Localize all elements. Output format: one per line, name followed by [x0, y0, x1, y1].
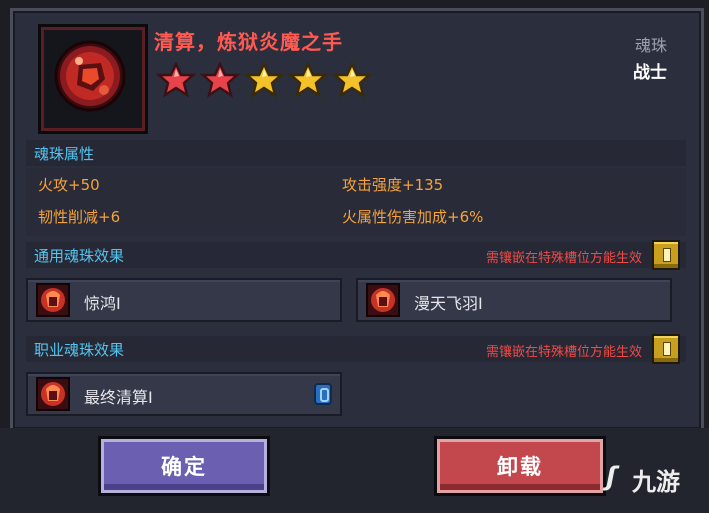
star-icon — [200, 62, 240, 98]
attributes-list: 火攻+50 攻击强度+135 韧性削减+6 火属性伤害加成+6% — [26, 168, 686, 236]
general-effect-card[interactable]: 漫天飞羽Ⅰ — [356, 278, 672, 322]
fire-hand-icon — [36, 283, 70, 317]
item-title: 清算，炼狱炎魔之手 — [154, 30, 343, 54]
star-icon — [288, 62, 328, 98]
slot-requirement-text: 需镶嵌在特殊槽位方能生效 — [485, 345, 642, 360]
blue-socket-icon — [314, 383, 332, 405]
general-effects-title: 通用魂珠效果 — [34, 247, 125, 265]
item-type: 魂珠 — [634, 36, 667, 55]
attributes-title: 魂珠属性 — [34, 145, 95, 163]
info-lock-button[interactable] — [652, 334, 680, 364]
class-effect-card[interactable]: 最终清算Ⅰ — [26, 372, 342, 416]
watermark-text: 九游 — [632, 468, 680, 496]
item-icon-frame — [38, 24, 148, 134]
attribute-fire-damage-bonus: 火属性伤害加成+6% — [342, 208, 484, 226]
attribute-attack-power: 攻击强度+135 — [342, 176, 444, 194]
item-class: 战士 — [633, 63, 667, 83]
watermark: 九游 ʃ — [606, 462, 680, 497]
class-effects-header: 职业魂珠效果 需镶嵌在特殊槽位方能生效 — [26, 334, 686, 364]
star-icon — [332, 62, 372, 98]
info-lock-button[interactable] — [652, 240, 680, 270]
watermark-logo-icon: ʃ — [606, 462, 617, 492]
class-effects-title: 职业魂珠效果 — [34, 341, 125, 359]
general-effect-label: 惊鸿Ⅰ — [84, 294, 121, 313]
general-effect-label: 漫天飞羽Ⅰ — [414, 294, 483, 313]
confirm-button[interactable]: 确定 — [98, 436, 270, 496]
class-effect-label: 最终清算Ⅰ — [84, 388, 153, 407]
star-icon — [244, 62, 284, 98]
star-rating — [156, 62, 372, 98]
unequip-button[interactable]: 卸载 — [434, 436, 606, 496]
attribute-toughness-reduction: 韧性削减+6 — [38, 208, 121, 226]
general-effect-card[interactable]: 惊鸿Ⅰ — [26, 278, 342, 322]
attribute-fire-attack: 火攻+50 — [38, 176, 100, 194]
slot-requirement-text: 需镶嵌在特殊槽位方能生效 — [485, 251, 642, 266]
attributes-header: 魂珠属性 — [26, 140, 686, 166]
fire-hand-icon — [366, 283, 400, 317]
star-icon — [156, 62, 196, 98]
fire-demon-hand-orb-icon — [54, 40, 126, 112]
fire-hand-icon — [36, 377, 70, 411]
general-effects-header: 通用魂珠效果 需镶嵌在特殊槽位方能生效 — [26, 240, 686, 270]
